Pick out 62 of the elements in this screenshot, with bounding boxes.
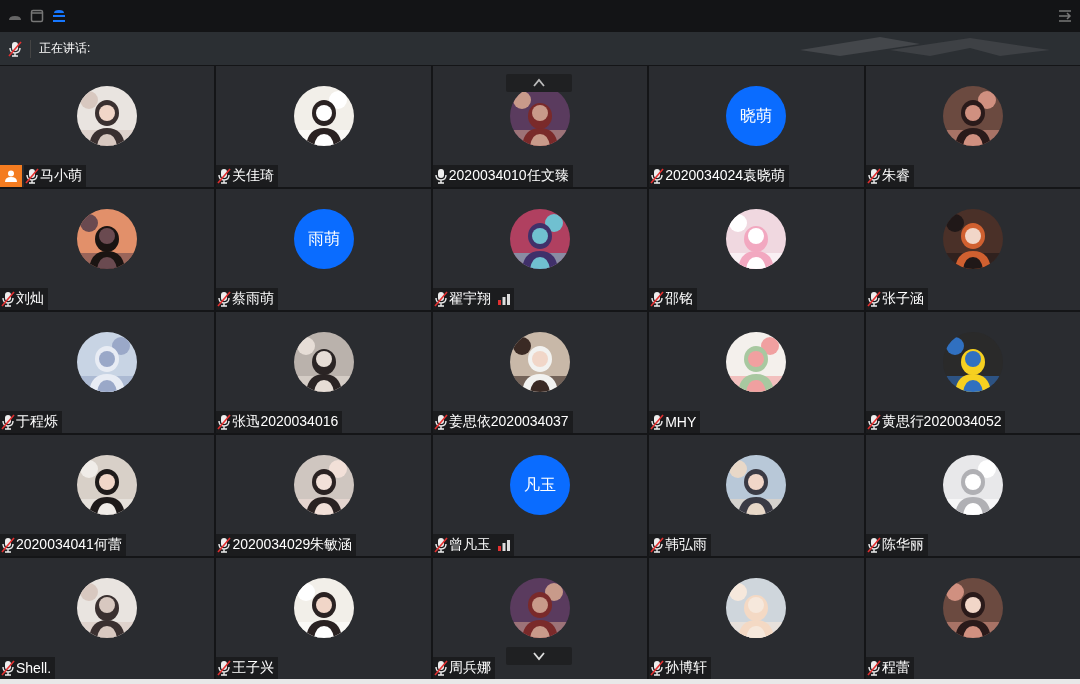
participant-name: 韩弘雨	[665, 536, 708, 554]
participant-name: 马小萌	[40, 167, 82, 185]
participant-name: 张迅2020034016	[232, 413, 339, 431]
participant-name: 2020034024袁晓萌	[665, 167, 786, 185]
muted-mic-icon	[433, 660, 448, 676]
participant-name: 于程烁	[16, 413, 58, 431]
participant-name: 黄思行2020034052	[881, 413, 1002, 431]
participant-name: 陈华丽	[881, 536, 924, 554]
participant-name: MHY	[665, 414, 697, 430]
muted-mic-icon	[650, 537, 665, 553]
muted-mic-icon	[866, 414, 881, 430]
muted-mic-icon	[650, 660, 665, 676]
muted-mic-icon	[866, 660, 881, 676]
participant-name: 邵铭	[665, 290, 694, 308]
participant-name: Shell.	[16, 660, 52, 676]
muted-mic-icon	[1, 414, 15, 430]
muted-mic-icon	[1, 537, 15, 553]
muted-mic-icon	[1, 291, 15, 307]
gallery-view-icon[interactable]	[52, 9, 66, 23]
muted-mic-icon	[217, 168, 232, 184]
muted-mic-icon	[8, 40, 22, 57]
muted-mic-icon	[866, 291, 881, 307]
muted-mic-icon	[433, 537, 448, 553]
scroll-down-button[interactable]	[506, 647, 572, 665]
participant-name: 程蕾	[881, 659, 910, 677]
muted-mic-icon	[650, 291, 665, 307]
chevron-down-icon	[533, 651, 545, 661]
muted-mic-icon	[866, 537, 881, 553]
participant-name: 王子兴	[232, 659, 275, 677]
speaking-label: 正在讲话:	[39, 40, 91, 57]
avatar-initials: 凡玉	[510, 455, 570, 515]
participant-name: 2020034041何蕾	[16, 536, 122, 554]
avatar-initials: 雨萌	[293, 209, 354, 269]
participant-name: 姜思依2020034037	[448, 413, 569, 431]
participant-name: 2020034029朱敏涵	[232, 536, 353, 554]
muted-mic-icon	[217, 291, 232, 307]
mic-icon	[433, 168, 448, 184]
participant-name: 周兵娜	[448, 659, 491, 677]
muted-mic-icon	[433, 414, 448, 430]
participant-name: 曾凡玉	[448, 536, 491, 554]
muted-mic-icon	[217, 660, 232, 676]
participant-name: 刘灿	[16, 290, 44, 308]
participant-name: 2020034010任文臻	[448, 167, 569, 185]
muted-mic-icon	[25, 168, 39, 184]
participant-name: 关佳琦	[232, 167, 275, 185]
muted-mic-icon	[433, 291, 448, 307]
participant-name: 朱睿	[881, 167, 910, 185]
scroll-up-button[interactable]	[506, 74, 572, 92]
participant-name: 孙博轩	[665, 659, 708, 677]
participant-name: 翟宇翔	[448, 290, 491, 308]
muted-mic-icon	[1, 660, 15, 676]
avatar-initials: 晓萌	[726, 86, 787, 146]
collapse-panel-icon[interactable]	[1058, 9, 1072, 23]
muted-mic-icon	[217, 414, 232, 430]
participant-name: 蔡雨萌	[232, 290, 275, 308]
participant-name: 张子涵	[881, 290, 924, 308]
muted-mic-icon	[650, 168, 665, 184]
chevron-up-icon	[533, 78, 545, 88]
muted-mic-icon	[650, 414, 665, 430]
muted-mic-icon	[217, 537, 232, 553]
muted-mic-icon	[866, 168, 881, 184]
window-icon[interactable]	[30, 9, 44, 23]
